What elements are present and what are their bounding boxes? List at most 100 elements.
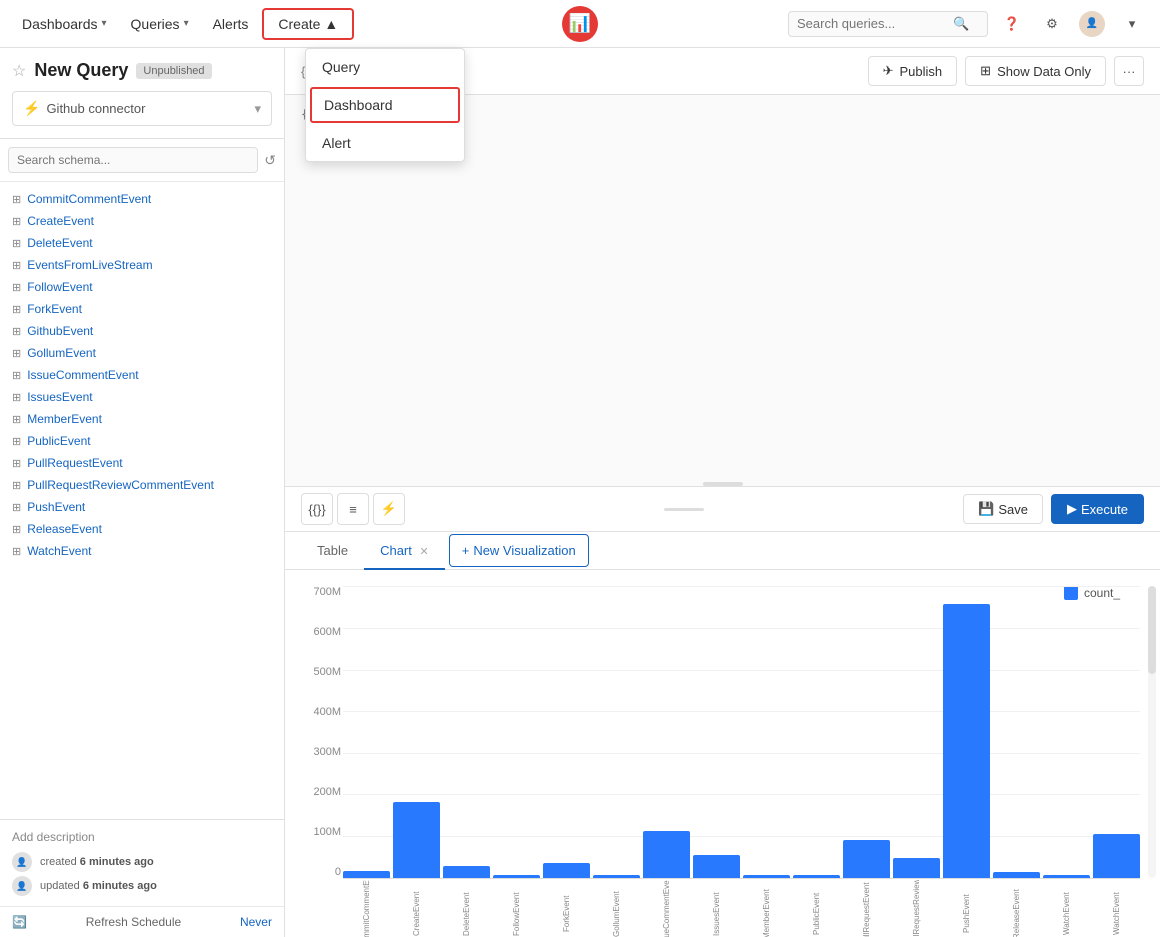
x-label-16: WatchEvent	[1093, 880, 1140, 937]
logo-icon: 📊	[562, 6, 598, 42]
more-options-button[interactable]: ···	[1114, 56, 1144, 86]
chart-scrollbar-track[interactable]	[1148, 586, 1156, 878]
y-label-100m: 100M	[289, 826, 341, 838]
table-icon: ⊞	[12, 501, 21, 514]
editor-resize-handle[interactable]	[703, 482, 743, 486]
dashboards-nav[interactable]: Dashboards ▾	[12, 10, 117, 38]
unpublished-badge: Unpublished	[136, 63, 211, 79]
schema-item-label: PullRequestReviewCommentEvent	[27, 478, 214, 492]
execute-label: Execute	[1081, 502, 1128, 517]
refresh-schedule-icon: 🔄	[12, 915, 27, 929]
schema-item-issuesevent[interactable]: ⊞ IssuesEvent	[0, 386, 284, 408]
queries-nav[interactable]: Queries ▾	[121, 10, 199, 38]
table-icon: ⊞	[12, 523, 21, 536]
chart-scrollbar-thumb[interactable]	[1148, 586, 1156, 674]
format-braces-button[interactable]: {{}}	[301, 493, 333, 525]
bar-item-pullrequestreviewcommentevent	[893, 586, 940, 878]
tab-table[interactable]: Table	[301, 533, 364, 570]
y-axis: 700M 600M 500M 400M 300M 200M 100M 0	[289, 586, 341, 878]
connector-label: Github connector	[46, 101, 145, 116]
schema-item-commitcommentevent[interactable]: ⊞ CommitCommentEvent	[0, 188, 284, 210]
bar-watchevent2	[1093, 834, 1140, 878]
schema-item-issuecommentevent[interactable]: ⊞ IssueCommentEvent	[0, 364, 284, 386]
schema-item-eventsfromlivestream[interactable]: ⊞ EventsFromLiveStream	[0, 254, 284, 276]
table-icon: ⊞	[12, 281, 21, 294]
create-dropdown-menu: Query Dashboard Alert	[305, 48, 465, 162]
table-icon: ⊞	[12, 457, 21, 470]
help-icon: ❓	[1004, 16, 1020, 32]
schema-search-input[interactable]	[8, 147, 258, 173]
help-button[interactable]: ❓	[996, 8, 1028, 40]
schema-item-pushevent[interactable]: ⊞ PushEvent	[0, 496, 284, 518]
bar-item-watchevent2	[1093, 586, 1140, 878]
updated-row: 👤 updated 6 minutes ago	[12, 876, 272, 896]
schema-item-gollumevent[interactable]: ⊞ GollumEvent	[0, 342, 284, 364]
schema-item-deleteevent[interactable]: ⊞ DeleteEvent	[0, 232, 284, 254]
new-visualization-tab[interactable]: + New Visualization	[449, 534, 589, 567]
x-label-11: PullRequestEvent	[843, 880, 890, 937]
bar-forkevent	[543, 863, 590, 878]
schema-item-forkevent[interactable]: ⊞ ForkEvent	[0, 298, 284, 320]
table-icon: ⊞	[12, 347, 21, 360]
schema-item-pullrequestevent[interactable]: ⊞ PullRequestEvent	[0, 452, 284, 474]
add-description-link[interactable]: Add description	[12, 830, 272, 844]
tab-chart[interactable]: Chart ✕	[364, 533, 445, 570]
schema-item-pullrequestcommentevent[interactable]: ⊞ PullRequestReviewCommentEvent	[0, 474, 284, 496]
show-data-button[interactable]: ⊞ Show Data Only	[965, 56, 1106, 86]
x-label-1: CommitCommentEvent	[343, 880, 390, 937]
schema-refresh-icon[interactable]: ↺	[264, 152, 276, 169]
refresh-schedule-label: Refresh Schedule	[86, 915, 181, 929]
tab-chart-close-icon[interactable]: ✕	[420, 546, 429, 558]
alerts-nav[interactable]: Alerts	[203, 10, 259, 38]
x-axis-labels: CommitCommentEvent CreateEvent DeleteEve…	[343, 880, 1140, 937]
save-button[interactable]: 💾 Save	[963, 494, 1043, 524]
create-query-item[interactable]: Query	[306, 49, 464, 85]
global-search[interactable]: 🔍	[788, 11, 988, 37]
bar-publicevent	[793, 875, 840, 878]
format-list-button[interactable]: ≡	[337, 493, 369, 525]
format-lightning-button[interactable]: ⚡	[373, 493, 405, 525]
create-button[interactable]: Create ▲	[262, 8, 354, 40]
schema-item-followevent[interactable]: ⊞ FollowEvent	[0, 276, 284, 298]
star-icon[interactable]: ☆	[12, 61, 26, 81]
create-label: Create	[278, 16, 320, 32]
schema-item-publicevent[interactable]: ⊞ PublicEvent	[0, 430, 284, 452]
schema-item-watchevent[interactable]: ⊞ WatchEvent	[0, 540, 284, 562]
created-row: 👤 created 6 minutes ago	[12, 852, 272, 872]
user-avatar[interactable]: 👤	[1076, 8, 1108, 40]
bar-commitcommentevent	[343, 871, 390, 878]
refresh-row: 🔄 Refresh Schedule Never	[0, 906, 284, 937]
create-dashboard-item[interactable]: Dashboard	[310, 87, 460, 123]
x-label-15: WatchEvent	[1043, 880, 1090, 937]
resize-handle[interactable]	[664, 508, 704, 511]
execute-button[interactable]: ▶ Execute	[1051, 494, 1144, 524]
table-icon: ⊞	[12, 391, 21, 404]
visualization-tabs: Table Chart ✕ + New Visualization	[285, 532, 1160, 570]
schema-item-createevent[interactable]: ⊞ CreateEvent	[0, 210, 284, 232]
bar-item-gollumevent	[593, 586, 640, 878]
schema-item-label: PullRequestEvent	[27, 456, 122, 470]
bar-watchevent	[1043, 875, 1090, 878]
schema-item-githubevent[interactable]: ⊞ GithubEvent	[0, 320, 284, 342]
x-label-12: PullRequestReviewCommentEvent	[893, 880, 940, 937]
created-label: created	[40, 856, 77, 868]
refresh-never-value[interactable]: Never	[240, 915, 272, 929]
bar-memberevent	[743, 875, 790, 878]
schema-item-label: MemberEvent	[27, 412, 102, 426]
settings-button[interactable]: ⚙	[1036, 8, 1068, 40]
schema-item-memberevent[interactable]: ⊞ MemberEvent	[0, 408, 284, 430]
more-options-icon: ···	[1123, 64, 1136, 79]
search-input[interactable]	[797, 16, 947, 31]
connector-selector[interactable]: ⚡ Github connector ▾	[12, 91, 272, 126]
x-label-10: PublicEvent	[793, 880, 840, 937]
publish-button[interactable]: ✈ Publish	[868, 56, 958, 86]
bar-item-followevent	[493, 586, 540, 878]
create-alert-item[interactable]: Alert	[306, 125, 464, 161]
bar-pullrequestevent	[843, 840, 890, 878]
bar-item-memberevent	[743, 586, 790, 878]
schema-item-releaseevent[interactable]: ⊞ ReleaseEvent	[0, 518, 284, 540]
bar-pullrequestreviewcommentevent	[893, 858, 940, 878]
more-nav-button[interactable]: ▾	[1116, 8, 1148, 40]
bottom-toolbar: {{}} ≡ ⚡ 💾 Save ▶ Execute	[285, 487, 1160, 532]
app-logo: 📊	[562, 6, 598, 42]
